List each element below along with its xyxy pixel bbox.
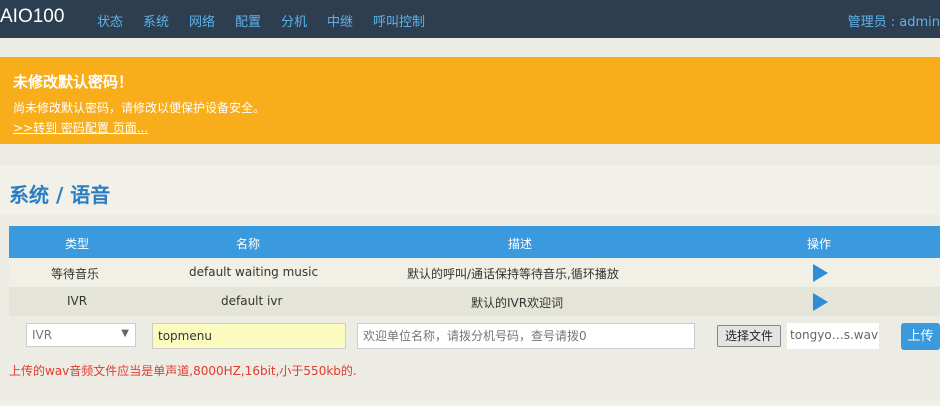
brand-logo[interactable]: AIO100	[0, 6, 64, 28]
nav-system[interactable]: 系统	[143, 11, 169, 30]
name-input[interactable]	[152, 323, 346, 349]
upload-button[interactable]: 上传	[901, 323, 940, 350]
voice-table: 类型 名称 描述 操作 等待音乐 default waiting music 默…	[9, 226, 940, 316]
type-select[interactable]: IVR ▼	[26, 323, 136, 347]
cell-desc: 默认的IVR欢迎词	[471, 296, 564, 310]
title-band	[0, 165, 940, 215]
password-config-link[interactable]: >>转到 密码配置 页面...	[13, 119, 148, 136]
cell-name: default waiting music	[189, 265, 319, 279]
nav-call-control[interactable]: 呼叫控制	[373, 11, 425, 30]
play-icon[interactable]	[813, 293, 828, 311]
admin-user-link[interactable]: 管理员 : admin	[848, 11, 940, 30]
upload-hint: 上传的wav音频文件应当是单声道,8000HZ,16bit,小于550kb的.	[9, 364, 357, 378]
default-password-alert: 未修改默认密码！ 尚未修改默认密码，请修改以便保护设备安全。 >>转到 密码配置…	[0, 57, 940, 144]
alert-text: 尚未修改默认密码，请修改以便保护设备安全。	[13, 101, 266, 115]
play-icon[interactable]	[813, 264, 828, 282]
cell-name: default ivr	[221, 294, 283, 308]
type-select-value: IVR	[32, 328, 53, 342]
nav-extension[interactable]: 分机	[281, 11, 307, 30]
page-title: 系统 / 语音	[9, 183, 111, 207]
cell-type: IVR	[67, 294, 88, 308]
nav-network[interactable]: 网络	[189, 11, 215, 30]
table-row: 等待音乐 default waiting music 默认的呼叫/通话保持等待音…	[9, 258, 940, 287]
alert-title: 未修改默认密码！	[13, 73, 134, 91]
nav-trunk[interactable]: 中继	[327, 11, 353, 30]
header-desc: 描述	[508, 237, 533, 251]
nav-config[interactable]: 配置	[235, 11, 261, 30]
selected-file-name: tongyo…s.wav	[787, 323, 879, 349]
cell-desc: 默认的呼叫/通话保持等待音乐,循环播放	[407, 267, 619, 281]
top-navbar: AIO100 状态 系统 网络 配置 分机 中继 呼叫控制 管理员 : admi…	[0, 0, 940, 38]
footer-band	[0, 400, 940, 406]
cell-type: 等待音乐	[51, 267, 100, 281]
choose-file-button[interactable]: 选择文件	[717, 325, 782, 347]
table-row: IVR default ivr 默认的IVR欢迎词	[9, 287, 940, 316]
header-type: 类型	[65, 237, 90, 251]
nav-status[interactable]: 状态	[97, 11, 123, 30]
description-input[interactable]	[357, 323, 695, 349]
upload-form: IVR ▼ 选择文件 tongyo…s.wav 上传	[9, 319, 940, 355]
table-header: 类型 名称 描述 操作	[9, 226, 940, 258]
header-name: 名称	[236, 237, 261, 251]
chevron-down-icon: ▼	[121, 328, 129, 339]
header-action: 操作	[807, 237, 832, 251]
